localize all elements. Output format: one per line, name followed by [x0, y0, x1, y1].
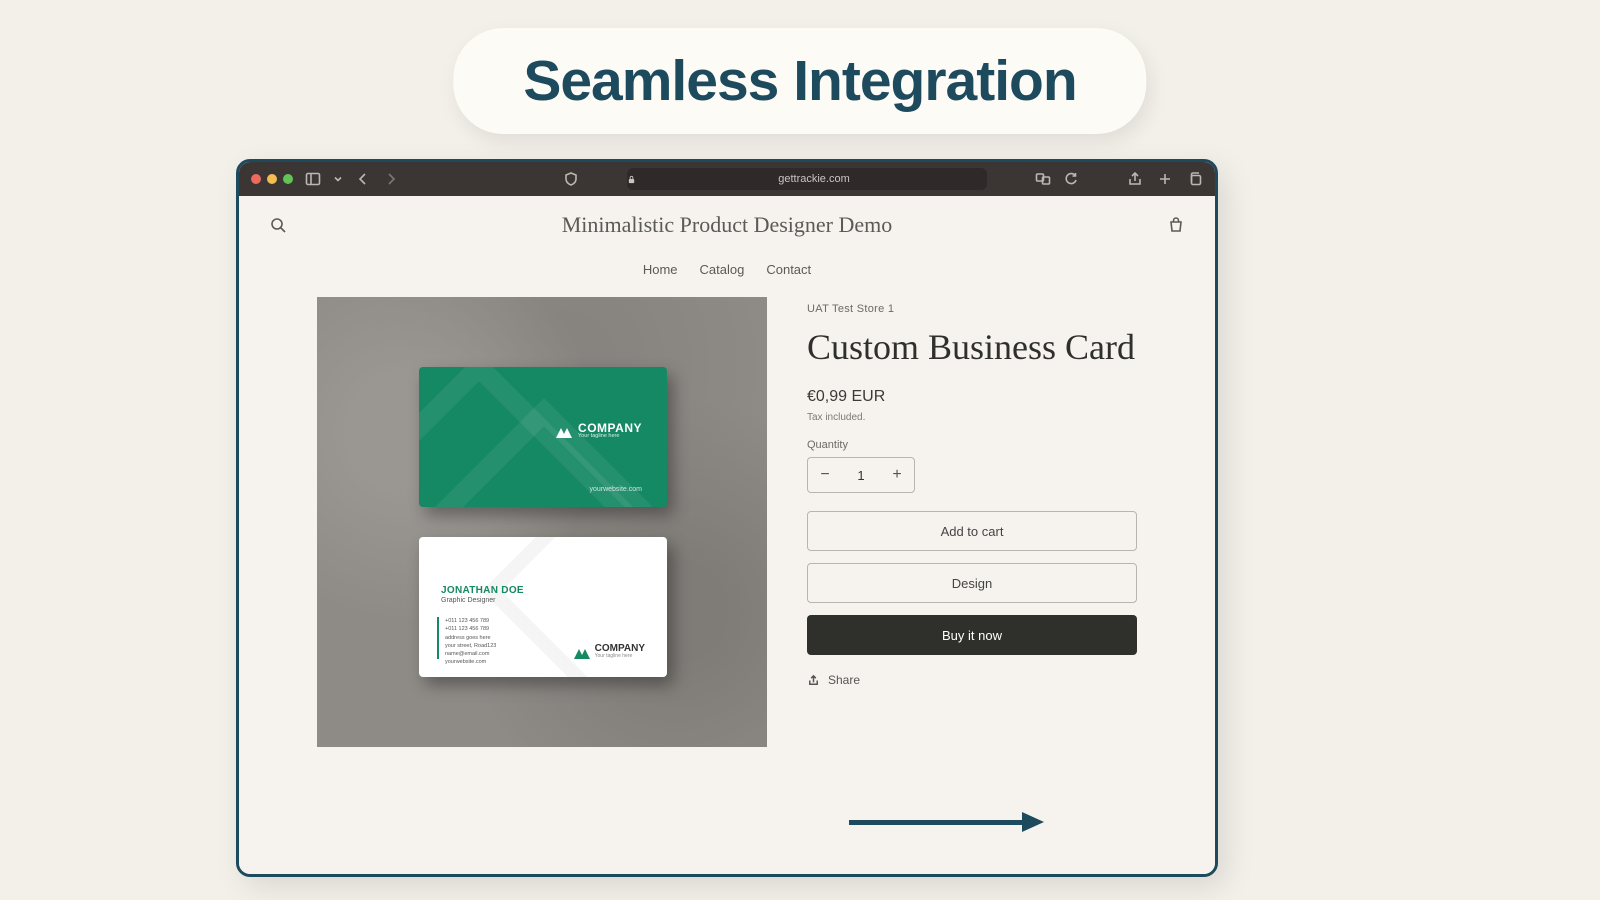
share-arrow-icon: [807, 674, 820, 687]
tax-note: Tax included.: [807, 412, 1137, 423]
store-title: Minimalistic Product Designer Demo: [329, 212, 1125, 238]
product-title: Custom Business Card: [807, 327, 1137, 368]
url-bar[interactable]: gettrackie.com: [627, 168, 987, 190]
quantity-stepper: − 1 +: [807, 457, 915, 493]
tabs-icon[interactable]: [1187, 171, 1203, 187]
sidebar-toggle-icon[interactable]: [305, 171, 321, 187]
logo-mark-icon: [574, 645, 590, 659]
browser-window: gettrackie.com Minimalistic Product: [236, 159, 1218, 877]
product-image: COMPANY Your tagline here yourwebsite.co…: [317, 297, 767, 747]
nav-catalog[interactable]: Catalog: [700, 262, 745, 277]
product-vendor: UAT Test Store 1: [807, 303, 1137, 315]
close-window-icon[interactable]: [251, 174, 261, 184]
new-tab-icon[interactable]: [1157, 171, 1173, 187]
callout-arrow: [849, 814, 1044, 830]
card-front-tagline: Your tagline here: [578, 434, 642, 440]
card-back-tagline: Your tagline here: [595, 654, 645, 659]
card-back: JONATHAN DOE Graphic Designer +011 123 4…: [419, 537, 667, 677]
card-front-website: yourwebsite.com: [589, 486, 642, 493]
reload-icon[interactable]: [1063, 171, 1079, 187]
share-icon[interactable]: [1127, 171, 1143, 187]
card-back-role: Graphic Designer: [441, 597, 495, 604]
card-front: COMPANY Your tagline here yourwebsite.co…: [419, 367, 667, 507]
chevron-down-icon[interactable]: [333, 171, 343, 187]
store-page: Minimalistic Product Designer Demo Home …: [239, 196, 1215, 874]
card-back-info: +011 123 456 789 +011 123 456 789 addres…: [445, 617, 496, 667]
card-front-brand: COMPANY Your tagline here: [556, 422, 642, 440]
quantity-value: 1: [842, 468, 880, 483]
headline-text: Seamless Integration: [523, 48, 1076, 114]
nav-home[interactable]: Home: [643, 262, 678, 277]
product-details: UAT Test Store 1 Custom Business Card €0…: [807, 297, 1137, 747]
product-section: COMPANY Your tagline here yourwebsite.co…: [239, 297, 1215, 747]
share-label: Share: [828, 673, 860, 687]
shield-icon[interactable]: [563, 171, 579, 187]
card-accent-bar: [437, 617, 439, 659]
minimize-window-icon[interactable]: [267, 174, 277, 184]
search-icon[interactable]: [269, 216, 287, 234]
store-header: Minimalistic Product Designer Demo: [239, 196, 1215, 246]
forward-icon[interactable]: [383, 171, 399, 187]
maximize-window-icon[interactable]: [283, 174, 293, 184]
cart-icon[interactable]: [1167, 216, 1185, 234]
card-back-name: JONATHAN DOE: [441, 585, 524, 596]
quantity-increase-button[interactable]: +: [880, 458, 914, 492]
url-text: gettrackie.com: [778, 173, 850, 185]
buy-now-button[interactable]: Buy it now: [807, 615, 1137, 655]
quantity-decrease-button[interactable]: −: [808, 458, 842, 492]
quantity-label: Quantity: [807, 439, 1137, 451]
add-to-cart-button[interactable]: Add to cart: [807, 511, 1137, 551]
design-button[interactable]: Design: [807, 563, 1137, 603]
nav-contact[interactable]: Contact: [766, 262, 811, 277]
share-button[interactable]: Share: [807, 673, 1137, 687]
lock-icon: [627, 175, 636, 184]
browser-toolbar: gettrackie.com: [239, 162, 1215, 196]
product-price: €0,99 EUR: [807, 388, 1137, 406]
card-back-brand: COMPANY Your tagline here: [574, 644, 645, 659]
back-icon[interactable]: [355, 171, 371, 187]
translate-icon[interactable]: [1035, 171, 1051, 187]
logo-mark-icon: [556, 424, 572, 438]
window-controls: [251, 174, 293, 184]
store-nav: Home Catalog Contact: [239, 246, 1215, 297]
headline-banner: Seamless Integration: [453, 28, 1146, 134]
